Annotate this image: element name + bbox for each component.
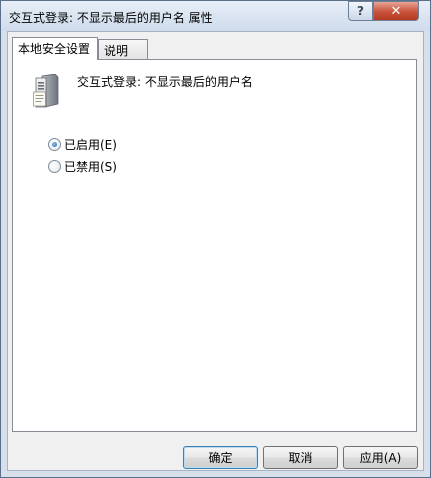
radio-disabled[interactable] bbox=[48, 160, 61, 173]
tab-label: 本地安全设置 bbox=[18, 42, 91, 56]
radio-enabled[interactable] bbox=[48, 138, 61, 151]
help-button[interactable]: ? bbox=[348, 1, 373, 21]
cancel-button[interactable]: 取消 bbox=[263, 446, 338, 469]
apply-button[interactable]: 应用(A) bbox=[343, 446, 418, 469]
tab-label: 说明 bbox=[104, 44, 129, 58]
server-policy-icon bbox=[33, 74, 59, 108]
option-disabled[interactable]: 已禁用(S) bbox=[48, 158, 117, 175]
close-icon: ✕ bbox=[390, 3, 402, 19]
close-button[interactable]: ✕ bbox=[373, 1, 419, 21]
tab-panel: 交互式登录: 不显示最后的用户名 已启用(E) 已禁用(S) bbox=[12, 59, 417, 432]
properties-dialog: 交互式登录: 不显示最后的用户名 属性 ? ✕ 本地安全设置 说明 交互式登录:… bbox=[0, 0, 431, 478]
option-disabled-label: 已禁用(S) bbox=[64, 160, 117, 174]
option-enabled[interactable]: 已启用(E) bbox=[48, 136, 117, 153]
dialog-body: 本地安全设置 说明 交互式登录: 不显示最后的用户名 已启用(E) 已禁用(S)… bbox=[7, 31, 424, 471]
help-icon: ? bbox=[357, 4, 364, 18]
ok-button[interactable]: 确定 bbox=[183, 446, 258, 469]
title-bar[interactable]: 交互式登录: 不显示最后的用户名 属性 ? ✕ bbox=[1, 1, 430, 31]
tab-explain[interactable]: 说明 bbox=[98, 39, 148, 60]
option-enabled-label: 已启用(E) bbox=[64, 138, 117, 152]
tab-local-security-setting[interactable]: 本地安全设置 bbox=[12, 37, 98, 60]
window-title: 交互式登录: 不显示最后的用户名 属性 bbox=[9, 11, 213, 25]
policy-name: 交互式登录: 不显示最后的用户名 bbox=[77, 75, 253, 89]
